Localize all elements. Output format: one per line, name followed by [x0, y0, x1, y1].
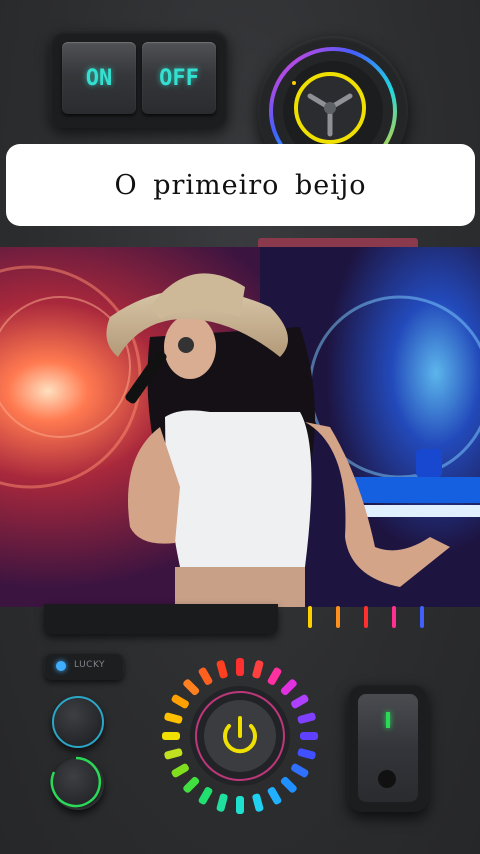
off-button[interactable]: OFF	[142, 42, 216, 114]
small-knob-ring-indicator	[50, 756, 102, 808]
song-title: O primeiro beijo	[114, 169, 367, 201]
lucky-label: LUCKY	[74, 660, 106, 670]
lucky-led-icon	[56, 661, 66, 671]
toggle-indicator-line	[386, 712, 390, 728]
display-readout	[44, 604, 278, 634]
title-banner: O primeiro beijo	[6, 144, 475, 226]
performer-video-image	[0, 247, 480, 607]
video-frame[interactable]	[0, 247, 480, 607]
small-knob-top[interactable]	[52, 696, 104, 748]
rocker-toggle[interactable]	[348, 684, 428, 812]
lucky-button[interactable]: LUCKY	[44, 652, 124, 680]
toggle-indicator-dot	[378, 770, 396, 788]
rocker-toggle-switch[interactable]	[358, 694, 418, 802]
on-button[interactable]: ON	[62, 42, 136, 114]
on-off-switch: ON OFF	[50, 30, 228, 128]
color-indicator-ticks	[300, 606, 440, 632]
power-dial[interactable]	[158, 654, 322, 818]
